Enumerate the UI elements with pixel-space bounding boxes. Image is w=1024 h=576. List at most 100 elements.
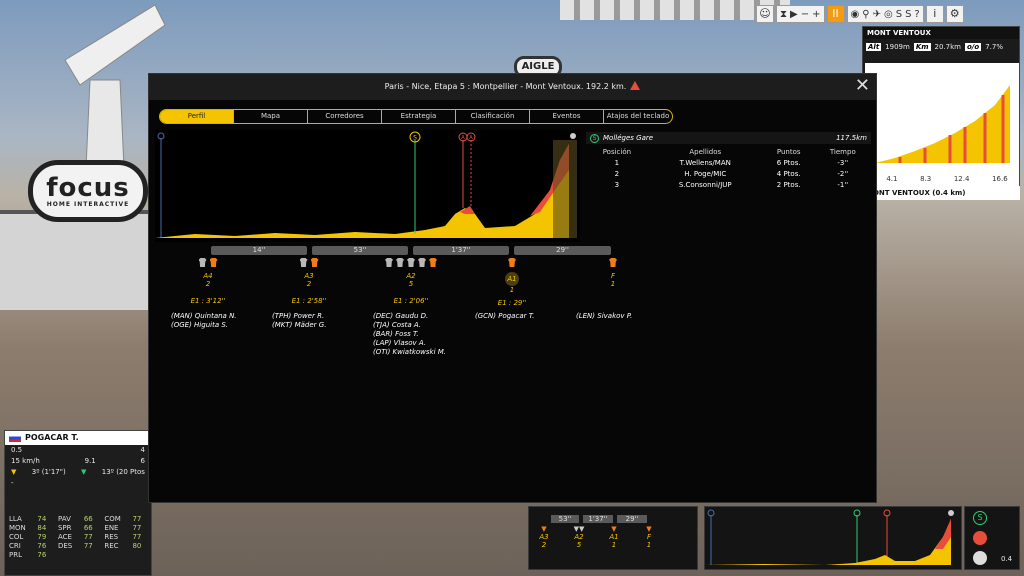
minus-button[interactable]: − [801, 9, 809, 20]
altitude-value: 1909m [885, 43, 910, 51]
group-jerseys [573, 258, 653, 268]
hud-group[interactable]: ▼▼ A2 5 [564, 525, 594, 549]
tab-corredores[interactable]: Corredores [308, 110, 382, 123]
plus-button[interactable]: + [812, 9, 820, 20]
modal-title: Paris - Nice, Etapa 5 : Montpellier - Mo… [384, 82, 627, 91]
top-toolbar: ☺ ⧗ ▶ − + II ◉ ⚲ ✈ ◎ S S ? i ⚙ [756, 4, 964, 24]
mountain-badge-icon[interactable] [973, 531, 987, 545]
help-button[interactable]: ? [914, 9, 919, 20]
rider-entry[interactable]: (OGE) Higuita S. [171, 321, 281, 330]
rider-row-2: 15 km/h 9.1 6 [5, 456, 151, 467]
rider-row-4: - [5, 478, 151, 489]
cell: 6 Ptos. [776, 158, 801, 167]
s1-button[interactable]: S [896, 9, 902, 20]
sprint-icon: S [590, 133, 599, 143]
rider-entry[interactable]: (TJA) Costa A. [373, 321, 483, 330]
tab-estrategia[interactable]: Estrategia [382, 110, 456, 123]
attribute-label: PAV [57, 515, 71, 523]
gap-segment: 14'' [211, 246, 307, 255]
pause-button[interactable]: II [826, 5, 845, 23]
group-a4[interactable]: A4 2 E1 : 3'12'' [168, 258, 248, 305]
tab-atajos[interactable]: Atajos del teclado [604, 110, 672, 123]
climb-marker-label: A [461, 135, 465, 141]
altitude-label: Alt [866, 43, 882, 51]
sprint-marker-label: S [413, 135, 417, 142]
attribute-value: 77 [132, 524, 142, 532]
rider-entry[interactable]: (GCN) Pogacar T. [475, 312, 585, 321]
s2-button[interactable]: S [905, 9, 911, 20]
rider-entry[interactable]: (LAP) Vlasov A. [373, 339, 483, 348]
rider-entry[interactable]: (LEN) Sivakov P. [576, 312, 686, 321]
bottom-groups-hud: 53'' 1'37'' 29'' ▼ A3 2 ▼▼ A2 5 ▼ A1 1 ▼ F 1 [528, 506, 698, 570]
hud-group[interactable]: ▼ F 1 [634, 525, 664, 549]
slovenia-flag-icon [9, 434, 21, 442]
group-name: F [646, 533, 652, 541]
group-a3[interactable]: A3 2 E1 : 2'58'' [269, 258, 349, 305]
gap-segment: 1'37'' [413, 246, 509, 255]
group-name: F [610, 272, 616, 280]
mini-profile-panel: MONT VENTOUX Alt 1909m Km 20.7km o/o 7.7… [862, 26, 1020, 192]
yellow-jersey-icon: ▼ [11, 468, 17, 476]
group-f[interactable]: F 1 [573, 258, 653, 288]
attribute-label: REC [104, 542, 119, 550]
sprint-badge-icon[interactable]: S [973, 511, 987, 525]
rider-entry[interactable]: (MKT) Mäder G. [272, 321, 382, 330]
table-row: 1 T.Wellens/MAN 6 Ptos. -3'' [586, 157, 871, 168]
gap-segment: 1'37'' [583, 515, 613, 523]
grade-value: 7.7% [985, 43, 1003, 51]
group-a2[interactable]: A2 5 E1 : 2'06'' [371, 258, 451, 305]
settings-gear-icon[interactable]: ⚙ [945, 5, 964, 23]
bike-icon[interactable]: ⚲ [862, 9, 869, 20]
attributes-grid: LLA 74 PAV 66 COM 77 MON 84 SPR 66 ENE 77 COL 79 ACE 77… [9, 515, 149, 559]
jersey-icon [508, 258, 516, 267]
plane-icon[interactable]: ✈ [873, 9, 881, 20]
user-icon[interactable]: ☺ [756, 5, 774, 23]
rider-entry[interactable]: (DEC) Gaudu D. [373, 312, 483, 321]
table-row: 2 H. Poge/MIC 4 Ptos. -2'' [586, 168, 871, 179]
jersey-icon [299, 258, 308, 267]
attribute-value: 76 [37, 551, 47, 559]
rider-entry[interactable]: (TPH) Power R. [272, 312, 382, 321]
attribute-value: 77 [83, 533, 93, 541]
tab-clasificacion[interactable]: Clasificación [456, 110, 530, 123]
attribute-value: 77 [132, 533, 142, 541]
play-icon[interactable]: ▶ [790, 9, 798, 20]
column-header: Tiempo [829, 147, 856, 156]
jersey-icon [198, 258, 207, 267]
info-button[interactable]: i [925, 5, 944, 23]
tab-eventos[interactable]: Eventos [530, 110, 604, 123]
rider-row-1: 0.5 4 [5, 445, 151, 456]
group-a1[interactable]: A1 1 E1 : 29'' [472, 258, 552, 307]
attribute-value: 79 [37, 533, 47, 541]
jersey-icon: ▼ [541, 525, 547, 533]
group-gap: E1 : 3'12'' [190, 297, 226, 305]
rider-entry[interactable]: (OTI) Kwiatkowski M. [373, 348, 483, 357]
hud-group[interactable]: ▼ A1 1 [599, 525, 629, 549]
rider-stat: 0.5 [11, 446, 23, 454]
bottom-profile-graph [705, 509, 954, 565]
attribute-value: 77 [83, 542, 93, 550]
close-icon[interactable]: ✕ [855, 77, 870, 95]
climb-marker-label: A [469, 135, 473, 141]
group-jerseys [269, 258, 349, 268]
group-count: 1 [646, 541, 652, 549]
tab-mapa[interactable]: Mapa [234, 110, 308, 123]
rider-header[interactable]: POGACAR T. [5, 431, 151, 445]
group-jerseys [472, 258, 552, 268]
finish-badge-icon[interactable] [973, 551, 987, 565]
column-header: Apellidos [689, 147, 722, 156]
target-icon[interactable]: ◎ [884, 9, 893, 20]
grade-value: 9.1 [84, 457, 96, 465]
hourglass-icon[interactable]: ⧗ [780, 9, 787, 20]
rider-entry[interactable]: (MAN) Quintana N. [171, 312, 281, 321]
speed-controls: ⧗ ▶ − + [776, 5, 825, 23]
cell: 3 [614, 180, 620, 189]
eye-icon[interactable]: ◉ [851, 9, 860, 20]
hud-group[interactable]: ▼ A3 2 [529, 525, 559, 549]
attribute-value: 66 [83, 515, 93, 523]
group-count: 1 [611, 541, 617, 549]
cell: -2'' [837, 169, 849, 178]
rider-entry[interactable]: (BAR) Foss T. [373, 330, 483, 339]
attribute-label: COL [9, 533, 24, 541]
tab-perfil[interactable]: Perfil [160, 110, 234, 123]
